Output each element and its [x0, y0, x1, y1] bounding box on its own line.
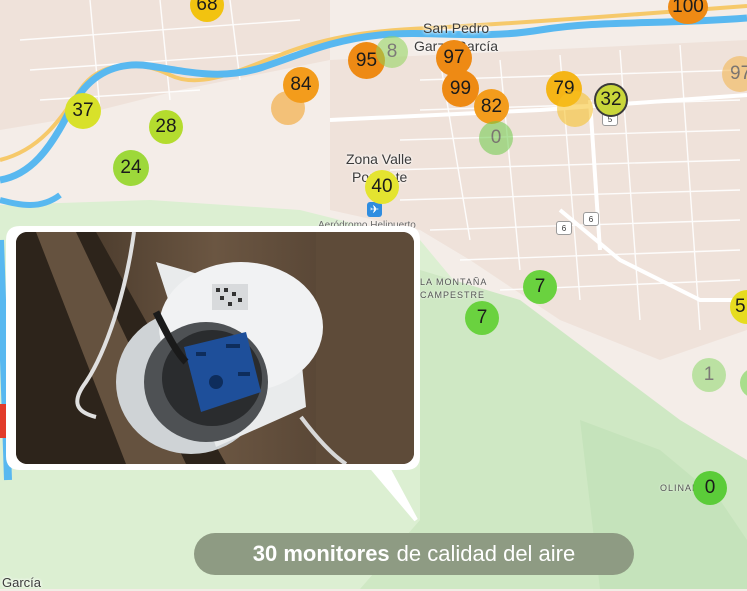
- aqi-marker[interactable]: 32: [594, 83, 628, 117]
- sensor-photo: [16, 232, 414, 464]
- aqi-marker[interactable]: [271, 91, 305, 125]
- aqi-marker[interactable]: 24: [113, 150, 149, 186]
- aqi-marker[interactable]: 7: [523, 270, 557, 304]
- aqi-marker[interactable]: 0: [479, 121, 513, 155]
- place-label-aerodromo: Aeródromo Helipuerto: [318, 220, 416, 231]
- aqi-marker[interactable]: 8: [376, 36, 408, 68]
- caption-rest: de calidad del aire: [396, 541, 576, 566]
- aqi-marker[interactable]: 40: [365, 170, 399, 204]
- place-label-campestre: CAMPESTRE: [420, 290, 486, 300]
- place-label-la-montana: LA MONTAÑA: [420, 277, 488, 287]
- aqi-marker[interactable]: 99: [442, 70, 479, 107]
- aqi-marker[interactable]: [0, 404, 12, 438]
- place-label-zona-valle: Zona Valle: [346, 151, 412, 167]
- aqi-marker[interactable]: 37: [65, 93, 101, 129]
- aqi-marker[interactable]: 28: [149, 110, 183, 144]
- airplane-icon: ✈: [367, 202, 382, 217]
- caption-pill: 30 monitores de calidad del aire: [194, 533, 634, 575]
- road-shield: 6: [583, 212, 599, 226]
- aqi-marker[interactable]: 7: [465, 301, 499, 335]
- caption-bold: 30 monitores: [252, 541, 390, 566]
- aqi-marker[interactable]: 82: [474, 89, 509, 124]
- place-label-san-pedro: San Pedro: [423, 20, 490, 36]
- road-shield: 6: [556, 221, 572, 235]
- aqi-marker[interactable]: [557, 91, 593, 127]
- aqi-marker[interactable]: 1: [692, 358, 726, 392]
- aqi-marker[interactable]: 0: [693, 471, 727, 505]
